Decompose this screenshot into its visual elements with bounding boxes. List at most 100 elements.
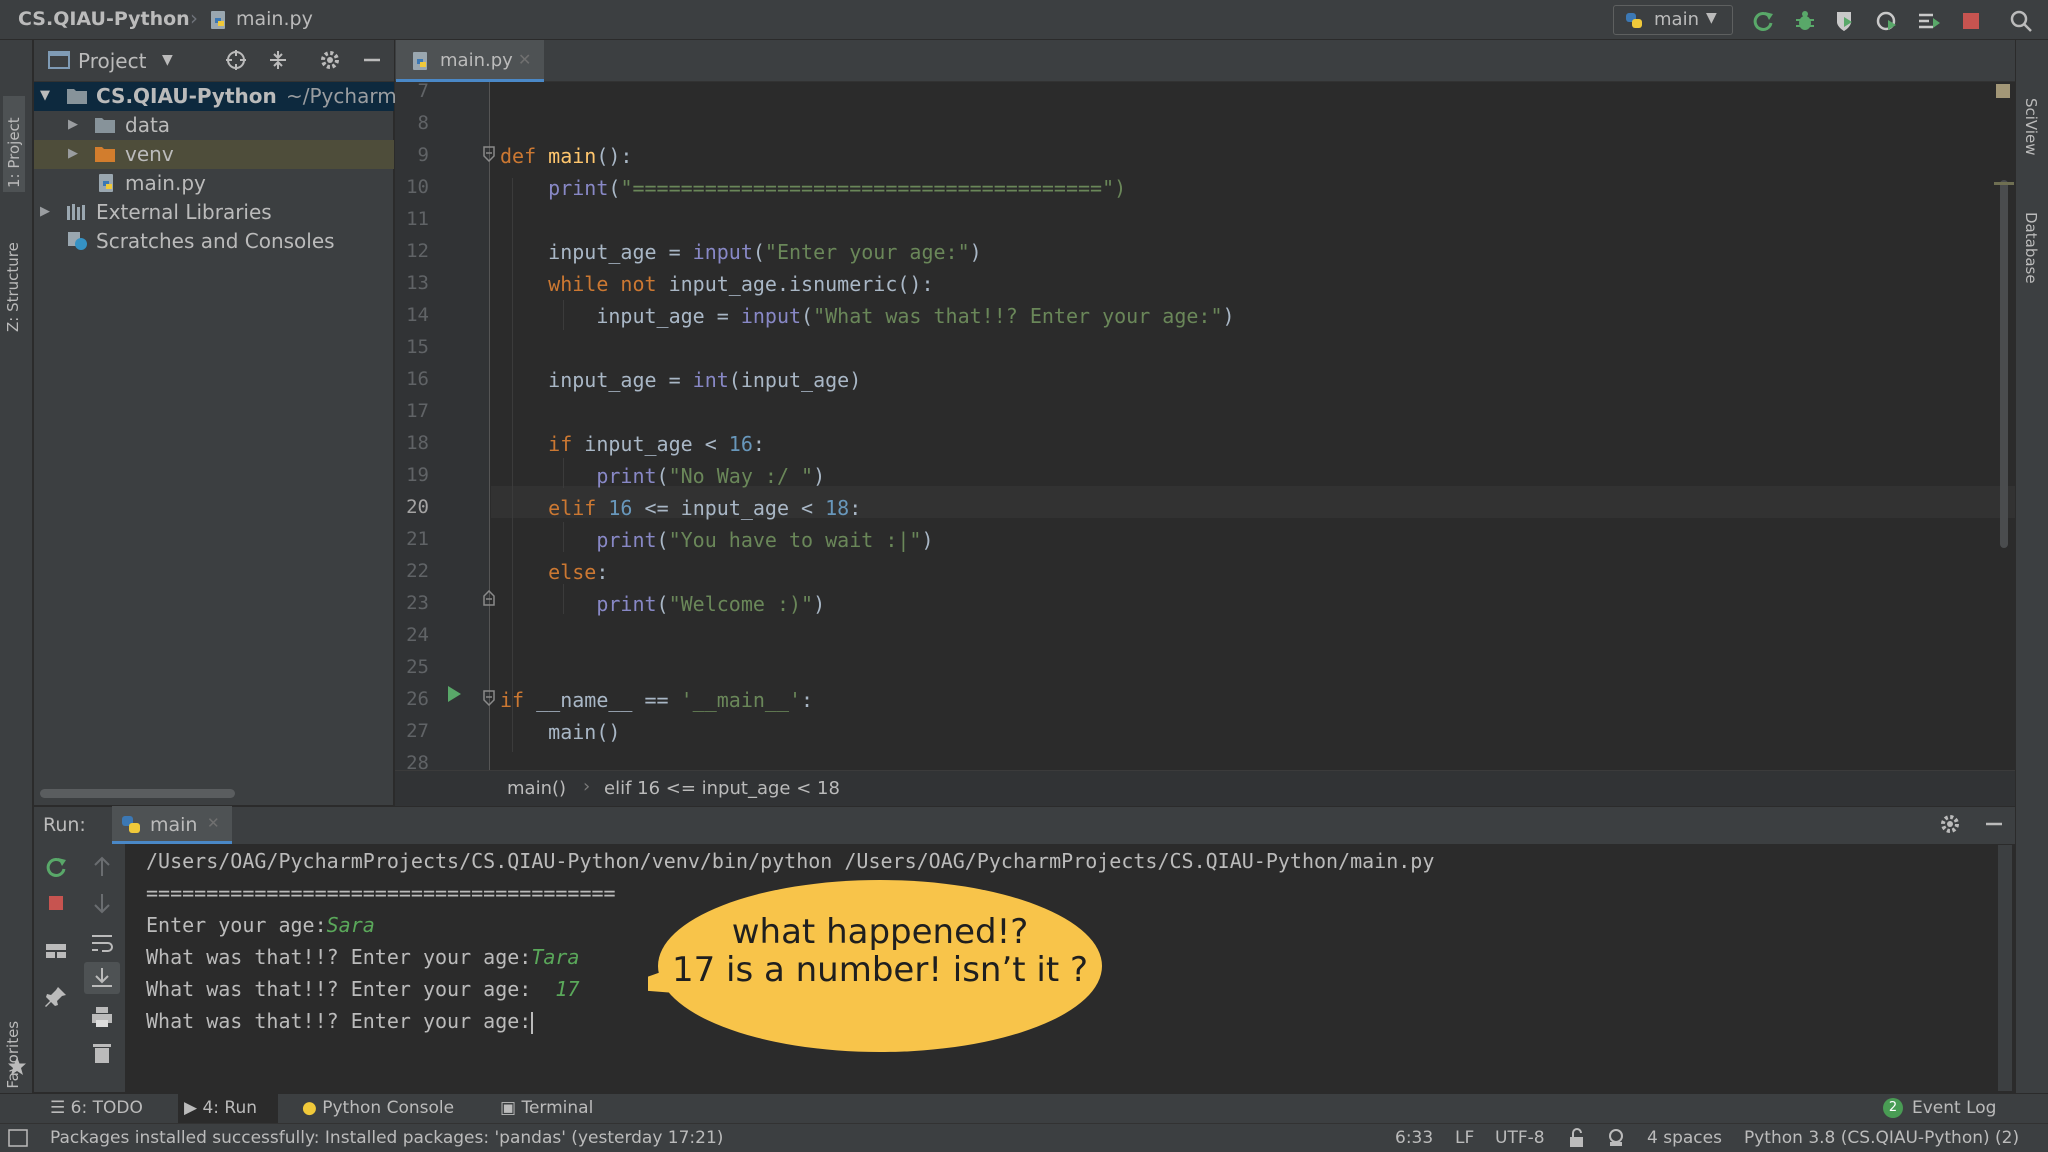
- down-arrow-icon[interactable]: [89, 890, 115, 916]
- expand-arrow-icon[interactable]: ▼: [40, 88, 50, 103]
- tool-window-python-console[interactable]: ● Python Console: [302, 1098, 454, 1118]
- nav-file-name[interactable]: main.py: [236, 8, 313, 30]
- collapse-icon[interactable]: [266, 48, 290, 72]
- tree-item-project-root[interactable]: ▼ CS.QIAU-Python ~/Pycharm: [34, 82, 397, 111]
- scratches-icon: [68, 232, 87, 250]
- line-number: 10: [406, 176, 429, 198]
- status-caret-position[interactable]: 6:33: [1395, 1128, 1433, 1148]
- gear-icon[interactable]: [1938, 812, 1962, 836]
- run-gutter-icon[interactable]: [446, 684, 462, 704]
- print-icon[interactable]: [89, 1004, 115, 1030]
- code-line-14: input_age = input("What was that!!? Ente…: [500, 304, 1235, 328]
- fold-icon[interactable]: [482, 690, 496, 706]
- tree-item-external-libraries[interactable]: ▶ External Libraries: [34, 198, 394, 227]
- expand-arrow-icon[interactable]: ▶: [40, 204, 50, 219]
- editor-tab-label: main.py: [440, 50, 513, 71]
- pin-icon[interactable]: [43, 984, 69, 1010]
- line-number-current: 20: [406, 496, 429, 518]
- tree-item-scratches[interactable]: Scratches and Consoles: [34, 227, 394, 256]
- run-panel-title: Run:: [43, 814, 86, 836]
- search-icon[interactable]: [2008, 8, 2034, 34]
- star-icon[interactable]: [6, 1055, 28, 1077]
- vertical-scrollbar[interactable]: [2000, 180, 2008, 548]
- console-prompt: What was that!!? Enter your age:: [146, 1009, 532, 1033]
- run-panel-header: [34, 806, 2015, 844]
- expand-arrow-icon[interactable]: ▶: [68, 146, 78, 161]
- tool-window-terminal[interactable]: ▣ Terminal: [500, 1098, 593, 1118]
- python-file-icon: [413, 52, 427, 70]
- breadcrumb-separator: ›: [583, 776, 591, 797]
- status-interpreter[interactable]: Python 3.8 (CS.QIAU-Python) (2): [1744, 1128, 2019, 1148]
- chevron-down-icon: ▼: [1706, 10, 1717, 26]
- minimize-icon[interactable]: [1982, 812, 2006, 836]
- line-number: 9: [417, 144, 429, 166]
- profile-icon[interactable]: [1874, 8, 1900, 34]
- project-root-path: ~/Pycharm: [286, 84, 397, 108]
- trash-icon[interactable]: [89, 1040, 115, 1066]
- line-number: 21: [406, 528, 429, 550]
- line-number: 12: [406, 240, 429, 262]
- inspector-icon[interactable]: [1606, 1128, 1626, 1148]
- tab-structure[interactable]: Z: Structure: [4, 222, 22, 332]
- run-config-label: main: [1654, 9, 1699, 30]
- tree-item-venv[interactable]: ▶ venv: [34, 140, 394, 169]
- coverage-icon[interactable]: [1832, 8, 1858, 34]
- horizontal-scrollbar[interactable]: [40, 789, 235, 798]
- tab-favorites[interactable]: 2: Favorites: [4, 998, 22, 1108]
- stop-icon[interactable]: [43, 890, 69, 916]
- locate-icon[interactable]: [224, 48, 248, 72]
- minimize-icon[interactable]: [360, 48, 384, 72]
- console-user-input: 17: [555, 977, 580, 1001]
- layout-icon[interactable]: [43, 938, 69, 964]
- fold-icon[interactable]: [482, 146, 496, 162]
- line-number: 18: [406, 432, 429, 454]
- tree-item-data[interactable]: ▶ data: [34, 111, 394, 140]
- debug-icon[interactable]: [1792, 8, 1818, 34]
- tool-windows-toggle-icon[interactable]: [8, 1129, 28, 1147]
- line-number: 15: [406, 336, 429, 358]
- rerun-icon[interactable]: [43, 854, 69, 880]
- up-arrow-icon[interactable]: [89, 854, 115, 880]
- fold-icon[interactable]: [482, 590, 496, 606]
- line-number: 27: [406, 720, 429, 742]
- console-scrollbar[interactable]: [1998, 845, 2012, 1091]
- python-file-icon: [99, 174, 113, 192]
- close-icon[interactable]: ✕: [518, 50, 531, 69]
- stop-icon[interactable]: [1958, 8, 1984, 34]
- rerun-icon[interactable]: [1750, 8, 1776, 34]
- code-line-18: if input_age < 16:: [548, 432, 765, 456]
- breadcrumb-item[interactable]: main(): [507, 778, 566, 799]
- nav-project-name[interactable]: CS.QIAU-Python: [18, 8, 190, 30]
- console-line: What was that!!? Enter your age:: [146, 1009, 534, 1034]
- status-indent[interactable]: 4 spaces: [1647, 1128, 1722, 1148]
- tab-sciview[interactable]: SciView: [2022, 98, 2040, 156]
- line-number: 19: [406, 464, 429, 486]
- expand-arrow-icon[interactable]: ▶: [68, 117, 78, 132]
- breadcrumb-item[interactable]: elif 16 <= input_age < 18: [604, 778, 840, 799]
- close-icon[interactable]: ✕: [207, 814, 220, 832]
- scroll-end-icon[interactable]: [89, 965, 115, 991]
- tool-window-event-log[interactable]: Event Log: [1912, 1098, 1996, 1118]
- status-line-separator[interactable]: LF: [1455, 1128, 1474, 1148]
- tab-project[interactable]: 1: Project: [3, 96, 25, 192]
- line-number: 22: [406, 560, 429, 582]
- tool-window-todo[interactable]: ☰ 6: TODO: [50, 1098, 143, 1118]
- tree-label: main.py: [125, 171, 206, 195]
- gear-icon[interactable]: [318, 48, 342, 72]
- soft-wrap-icon[interactable]: [89, 930, 115, 956]
- tool-window-run[interactable]: ▶ 4: Run: [184, 1098, 257, 1118]
- tree-item-main-py[interactable]: main.py: [34, 169, 394, 198]
- library-icon: [67, 204, 85, 220]
- tab-database[interactable]: Database: [2022, 212, 2040, 284]
- inspection-status-icon[interactable]: [1996, 84, 2010, 98]
- code-line-21: print("You have to wait :|"): [596, 528, 934, 552]
- concurrency-icon[interactable]: [1916, 8, 1942, 34]
- status-message[interactable]: Packages installed successfully: Install…: [50, 1128, 723, 1148]
- annotation-text: what happened!?: [731, 912, 1029, 952]
- project-view-selector[interactable]: Project: [78, 49, 146, 73]
- chevron-down-icon[interactable]: ▼: [162, 52, 173, 68]
- lock-icon[interactable]: [1568, 1128, 1586, 1148]
- line-number: 25: [406, 656, 429, 678]
- code-line-9: def main():: [500, 144, 633, 168]
- status-encoding[interactable]: UTF-8: [1495, 1128, 1545, 1148]
